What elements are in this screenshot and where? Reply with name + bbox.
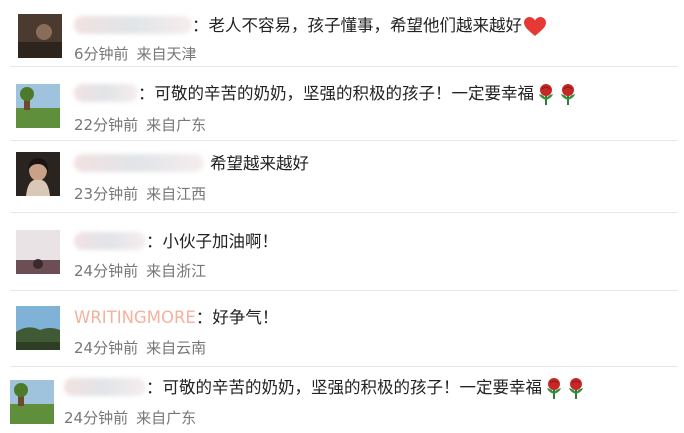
- avatar[interactable]: [16, 84, 60, 128]
- rose-emoji-icon: [536, 83, 556, 106]
- comment-time: 22分钟前: [74, 116, 139, 134]
- comment-text: ：老人不容易，孩子懂事，希望他们越来越好: [192, 16, 522, 35]
- username-link[interactable]: [64, 378, 146, 397]
- divider: [10, 140, 678, 141]
- username-link[interactable]: [74, 154, 204, 173]
- rose-emoji-icon: [544, 377, 564, 400]
- divider: [10, 366, 678, 367]
- avatar[interactable]: [16, 306, 60, 350]
- username-link[interactable]: WRITINGMORE: [74, 308, 196, 327]
- comment-location: 来自浙江: [146, 262, 207, 280]
- username-link[interactable]: [74, 16, 192, 35]
- rose-emoji-icon: [558, 83, 578, 106]
- divider: [10, 66, 678, 67]
- comment-time: 24分钟前: [74, 339, 139, 357]
- comment-text: ：可敬的辛苦的奶奶，坚强的积极的孩子！一定要幸福: [146, 378, 542, 397]
- rose-emoji-icon: [566, 377, 586, 400]
- comment-location: 来自广东: [146, 116, 207, 134]
- comment-text: ：小伙子加油啊！: [146, 232, 278, 251]
- username-link[interactable]: [74, 84, 138, 103]
- avatar[interactable]: [16, 230, 60, 274]
- comment-location: 来自天津: [136, 45, 197, 63]
- comment-time: 24分钟前: [74, 262, 139, 280]
- comment-location: 来自广东: [136, 409, 197, 427]
- comment-location: 来自江西: [146, 185, 207, 203]
- comment-time: 23分钟前: [74, 185, 139, 203]
- username-link[interactable]: [74, 232, 146, 251]
- divider: [10, 290, 678, 291]
- comment-location: 来自云南: [146, 339, 207, 357]
- comment-time: 24分钟前: [64, 409, 129, 427]
- comment-text: 希望越来越好: [210, 154, 309, 173]
- heart-emoji-icon: [524, 16, 546, 37]
- divider: [10, 212, 678, 213]
- comment-time: 6分钟前: [74, 45, 129, 63]
- avatar[interactable]: [10, 380, 54, 424]
- avatar[interactable]: [18, 14, 62, 58]
- comment-text: ：好争气！: [195, 308, 279, 327]
- comment-text: ：可敬的辛苦的奶奶，坚强的积极的孩子！一定要幸福: [138, 84, 534, 103]
- avatar[interactable]: [16, 152, 60, 196]
